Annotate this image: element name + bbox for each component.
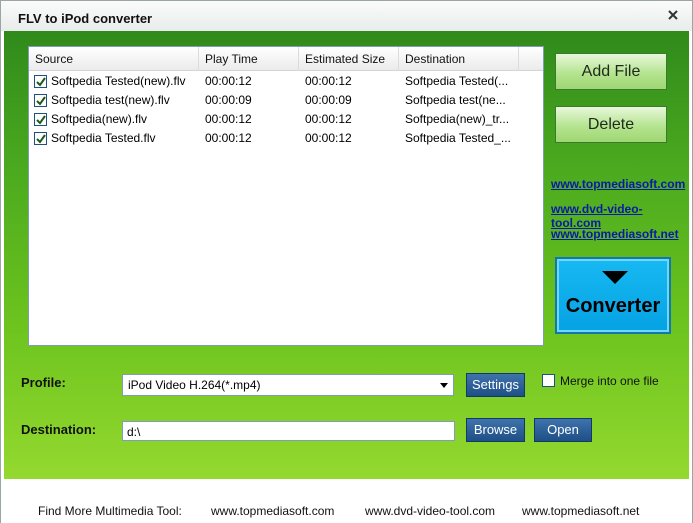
profile-select[interactable]: iPod Video H.264(*.mp4) [122, 374, 454, 396]
table-row[interactable]: Softpedia(new).flv 00:00:12 00:00:12 Sof… [29, 110, 521, 129]
title-bar: FLV to iPod converter [1, 1, 692, 31]
destination-input[interactable] [127, 424, 447, 439]
cell-source: Softpedia Tested.flv [51, 131, 156, 145]
cell-destination: Softpedia Tested(... [405, 74, 509, 88]
profile-label: Profile: [21, 375, 66, 390]
down-arrow-icon [602, 271, 628, 284]
cell-play-time: 00:00:12 [205, 131, 252, 145]
settings-button[interactable]: Settings [466, 373, 525, 397]
destination-field[interactable] [122, 421, 455, 441]
link-topmediasoft-com[interactable]: www.topmediasoft.com [551, 177, 685, 191]
convert-button[interactable]: Converter [555, 257, 671, 334]
table-row[interactable]: Softpedia test(new).flv 00:00:09 00:00:0… [29, 91, 521, 110]
merge-label: Merge into one file [560, 374, 659, 388]
row-checkbox[interactable] [34, 132, 47, 145]
main-panel: Source Play Time Estimated Size Destinat… [4, 31, 689, 479]
add-file-button[interactable]: Add File [555, 53, 667, 90]
browse-button[interactable]: Browse [466, 418, 525, 442]
footer-caption: Find More Multimedia Tool: [38, 504, 182, 518]
cell-size: 00:00:12 [305, 74, 352, 88]
convert-label: Converter [565, 295, 661, 317]
close-icon[interactable] [665, 7, 681, 23]
cell-destination: Softpedia test(ne... [405, 93, 506, 107]
column-estimated-size[interactable]: Estimated Size [299, 47, 399, 71]
cell-play-time: 00:00:12 [205, 74, 252, 88]
cell-source: Softpedia(new).flv [51, 112, 148, 126]
table-row[interactable]: Softpedia Tested.flv 00:00:12 00:00:12 S… [29, 129, 521, 148]
cell-source: Softpedia Tested(new).flv [51, 74, 186, 88]
profile-value: iPod Video H.264(*.mp4) [128, 378, 261, 392]
footer-link-dvd-video-tool[interactable]: www.dvd-video-tool.com [365, 504, 495, 518]
row-checkbox[interactable] [34, 94, 47, 107]
file-list[interactable]: Source Play Time Estimated Size Destinat… [28, 46, 544, 346]
table-row[interactable]: Softpedia Tested(new).flv 00:00:12 00:00… [29, 72, 521, 91]
column-play-time[interactable]: Play Time [199, 47, 299, 71]
footer-link-topmediasoft-net[interactable]: www.topmediasoft.net [522, 504, 639, 518]
cell-destination: Softpedia Tested_... [405, 131, 511, 145]
link-dvd-video-tool[interactable]: www.dvd-video-tool.com [551, 202, 689, 230]
column-source[interactable]: Source [29, 47, 199, 71]
delete-button[interactable]: Delete [555, 106, 667, 143]
open-button[interactable]: Open [534, 418, 592, 442]
cell-source: Softpedia test(new).flv [51, 93, 170, 107]
footer-bar: Find More Multimedia Tool: www.topmedias… [1, 479, 692, 523]
cell-size: 00:00:12 [305, 112, 352, 126]
destination-label: Destination: [21, 422, 97, 437]
cell-destination: Softpedia(new)_tr... [405, 112, 510, 126]
row-checkbox[interactable] [34, 113, 47, 126]
merge-checkbox[interactable] [542, 374, 555, 387]
column-destination[interactable]: Destination [399, 47, 519, 71]
cell-play-time: 00:00:12 [205, 112, 252, 126]
file-list-header: Source Play Time Estimated Size Destinat… [29, 47, 543, 71]
row-checkbox[interactable] [34, 75, 47, 88]
cell-size: 00:00:09 [305, 93, 352, 107]
window-title: FLV to iPod converter [18, 11, 153, 26]
cell-play-time: 00:00:09 [205, 93, 252, 107]
footer-link-topmediasoft-com[interactable]: www.topmediasoft.com [211, 504, 334, 518]
cell-size: 00:00:12 [305, 131, 352, 145]
chevron-down-icon [440, 383, 448, 388]
link-topmediasoft-net[interactable]: www.topmediasoft.net [551, 227, 679, 241]
app-window: FLV to iPod converter Source Play Time E… [0, 0, 693, 523]
